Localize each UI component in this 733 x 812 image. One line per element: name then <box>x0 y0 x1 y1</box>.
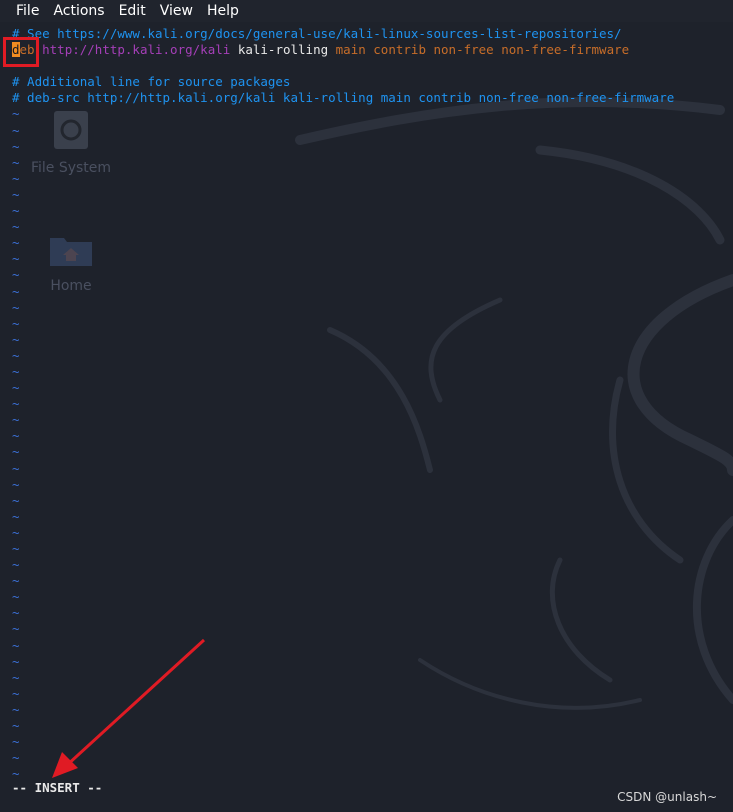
editor-line-3 <box>12 58 733 74</box>
vim-editor-buffer[interactable]: # See https://www.kali.org/docs/general-… <box>12 26 733 782</box>
empty-line-tilde: ~ <box>12 412 20 428</box>
repo-components: main contrib non-free non-free-firmware <box>335 42 630 58</box>
repo-url: http://http.kali.org/kali <box>42 42 231 58</box>
empty-line-tilde: ~ <box>12 653 20 669</box>
empty-line-tilde: ~ <box>12 718 20 734</box>
annotation-highlight-box <box>3 37 39 67</box>
empty-line-tilde: ~ <box>12 380 20 396</box>
menu-file[interactable]: File <box>0 0 46 22</box>
empty-line-tilde: ~ <box>12 750 20 766</box>
empty-line-tilde: ~ <box>12 589 20 605</box>
editor-line-2: deb http://http.kali.org/kali kali-rolli… <box>12 42 733 58</box>
empty-line-tilde: ~ <box>12 573 20 589</box>
editor-line-4: # Additional line for source packages <box>12 74 291 90</box>
empty-line-tilde: ~ <box>12 492 20 508</box>
empty-line-tilde: ~ <box>12 508 20 524</box>
editor-line-1: # See https://www.kali.org/docs/general-… <box>12 26 733 42</box>
empty-line-tilde: ~ <box>12 315 20 331</box>
empty-line-tilde: ~ <box>12 347 20 363</box>
empty-line-tilde: ~ <box>12 203 20 219</box>
empty-line-tilde: ~ <box>12 701 20 717</box>
empty-line-tilde: ~ <box>12 605 20 621</box>
terminal-menubar: File Actions Edit View Help <box>0 0 733 22</box>
empty-buffer-lines: ~ ~ ~ ~ ~ ~ ~ ~ ~ ~ ~ ~ ~ ~ ~ ~ ~ ~ ~ ~ ~ ~ ~ ~ ~ ~ ~ ~ ~ ~ ~ ~ ~ ~ ~ ~ ~ ~ ~ ~… <box>12 106 733 782</box>
empty-line-tilde: ~ <box>12 428 20 444</box>
empty-line-tilde: ~ <box>12 283 20 299</box>
empty-line-tilde: ~ <box>12 685 20 701</box>
empty-line-tilde: ~ <box>12 444 20 460</box>
empty-line-tilde: ~ <box>12 122 20 138</box>
empty-line-tilde: ~ <box>12 734 20 750</box>
empty-line-tilde: ~ <box>12 524 20 540</box>
vim-mode-indicator: -- INSERT -- <box>12 780 103 795</box>
comment-link: https://www.kali.org/docs/general-use/ka… <box>57 26 622 41</box>
editor-line-5: # deb-src http://http.kali.org/kali kali… <box>12 90 675 106</box>
menu-help[interactable]: Help <box>200 0 246 22</box>
empty-line-tilde: ~ <box>12 766 20 782</box>
menu-view[interactable]: View <box>153 0 200 22</box>
empty-line-tilde: ~ <box>12 219 20 235</box>
empty-line-tilde: ~ <box>12 267 20 283</box>
empty-line-tilde: ~ <box>12 331 20 347</box>
empty-line-tilde: ~ <box>12 363 20 379</box>
empty-line-tilde: ~ <box>12 621 20 637</box>
menu-edit[interactable]: Edit <box>112 0 153 22</box>
empty-line-tilde: ~ <box>12 106 20 122</box>
empty-line-tilde: ~ <box>12 235 20 251</box>
suite-name: kali-rolling <box>237 42 329 58</box>
empty-line-tilde: ~ <box>12 396 20 412</box>
empty-line-tilde: ~ <box>12 460 20 476</box>
empty-line-tilde: ~ <box>12 541 20 556</box>
empty-line-tilde: ~ <box>12 138 20 154</box>
watermark: CSDN @unlash~ <box>617 790 717 804</box>
empty-line-tilde: ~ <box>12 186 20 202</box>
empty-line-tilde: ~ <box>12 251 20 267</box>
menu-actions[interactable]: Actions <box>46 0 111 22</box>
empty-line-tilde: ~ <box>12 669 20 685</box>
empty-line-tilde: ~ <box>12 557 20 573</box>
empty-line-tilde: ~ <box>12 299 20 315</box>
empty-line-tilde: ~ <box>12 154 20 170</box>
empty-line-tilde: ~ <box>12 170 20 186</box>
empty-line-tilde: ~ <box>12 637 20 653</box>
empty-line-tilde: ~ <box>12 476 20 492</box>
